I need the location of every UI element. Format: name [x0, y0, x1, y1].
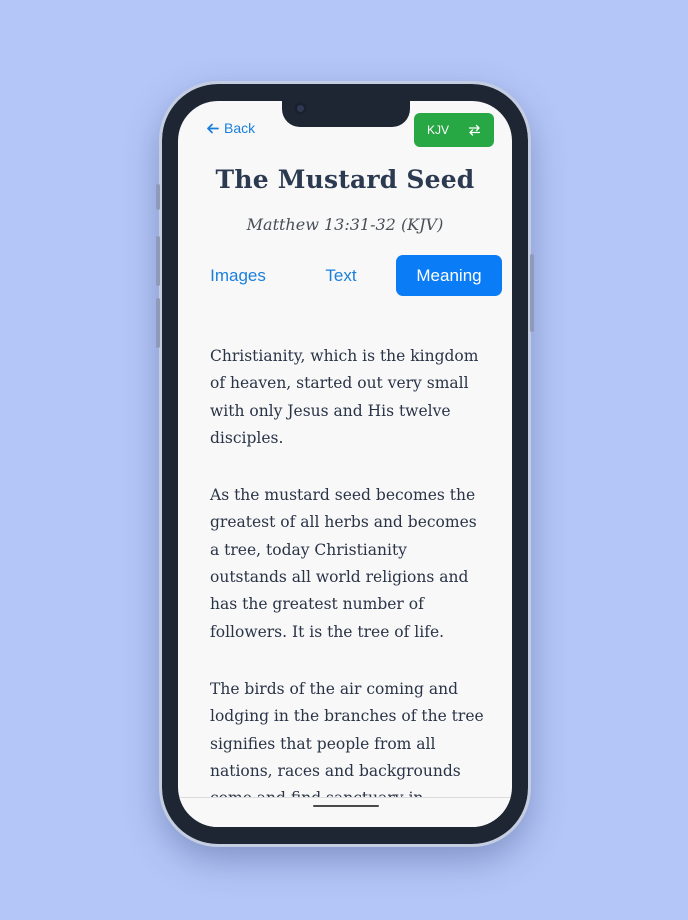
swap-icon: [468, 124, 481, 136]
phone-volume-down-button: [156, 298, 160, 348]
home-indicator[interactable]: [313, 805, 379, 807]
view-tabs: Images Text Meaning: [178, 255, 512, 297]
phone-power-button: [530, 254, 534, 332]
camera-icon: [294, 102, 307, 115]
tab-images[interactable]: Images: [194, 255, 282, 296]
content-paragraph: As the mustard seed becomes the greatest…: [210, 486, 477, 641]
phone-frame: Back KJV The Mustard Seed Matthew 13:31-…: [156, 81, 534, 847]
back-button-label: Back: [224, 120, 256, 136]
bible-version-button[interactable]: KJV: [414, 113, 494, 147]
app-screen: Back KJV The Mustard Seed Matthew 13:31-…: [178, 101, 512, 827]
scripture-reference: Matthew 13:31-32 (KJV): [246, 215, 444, 234]
tab-meaning[interactable]: Meaning: [396, 255, 502, 296]
tab-text[interactable]: Text: [300, 255, 382, 296]
arrow-left-icon: [206, 122, 219, 135]
content-paragraph: The birds of the air coming and lodging …: [210, 679, 484, 807]
bottom-bar: [178, 797, 512, 827]
phone-side-button: [156, 184, 160, 210]
meaning-content: Christianity, which is the kingdom of he…: [210, 343, 486, 827]
back-button[interactable]: Back: [206, 120, 255, 136]
bible-version-label: KJV: [427, 123, 450, 137]
content-paragraph: Christianity, which is the kingdom of he…: [210, 347, 479, 447]
page-title: The Mustard Seed: [215, 165, 475, 194]
phone-notch: [282, 101, 410, 127]
phone-volume-up-button: [156, 236, 160, 286]
